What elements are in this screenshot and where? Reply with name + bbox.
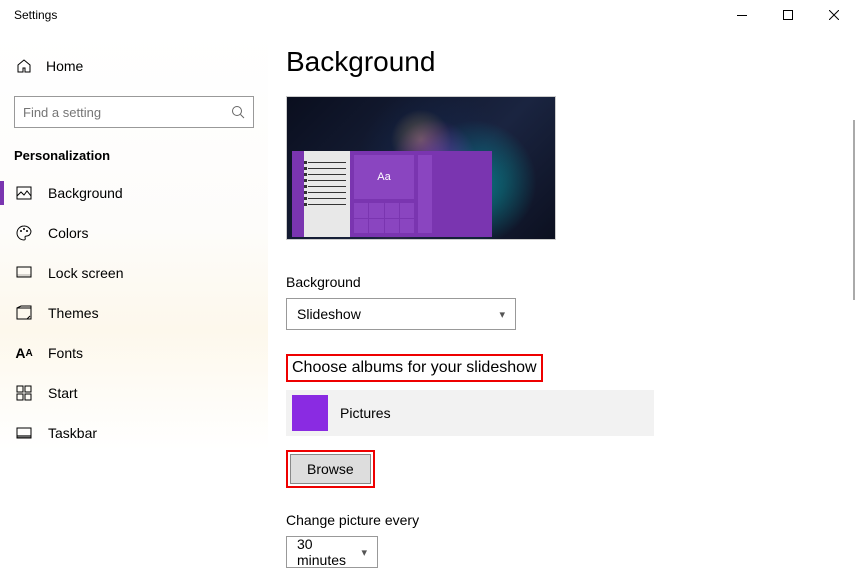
nav-background[interactable]: Background <box>0 173 268 213</box>
themes-icon <box>16 305 32 321</box>
nav-home-label: Home <box>46 58 83 74</box>
background-label: Background <box>286 274 857 290</box>
home-icon <box>16 58 32 74</box>
scrollbar[interactable] <box>851 120 857 420</box>
search-icon <box>231 105 245 119</box>
nav-label: Background <box>48 185 123 201</box>
section-title: Personalization <box>0 144 268 173</box>
nav-label: Taskbar <box>48 425 97 441</box>
interval-label: Change picture every <box>286 512 857 528</box>
nav-label: Fonts <box>48 345 83 361</box>
sidebar: Home Personalization Background Colors <box>0 30 268 574</box>
page-title: Background <box>286 46 857 78</box>
start-icon <box>16 385 32 401</box>
maximize-button[interactable] <box>765 0 811 30</box>
search-field[interactable] <box>23 105 231 120</box>
album-item[interactable]: Pictures <box>286 390 654 436</box>
picture-icon <box>16 185 32 201</box>
albums-label: Choose albums for your slideshow <box>286 354 543 382</box>
close-button[interactable] <box>811 0 857 30</box>
main-panel: Background Aa Background Slideshow ▾ <box>268 30 857 574</box>
interval-value: 30 minutes <box>297 536 361 568</box>
taskbar-icon <box>16 425 32 441</box>
nav-label: Start <box>48 385 78 401</box>
lockscreen-icon <box>16 265 32 281</box>
window-controls <box>719 0 857 30</box>
nav-home[interactable]: Home <box>0 48 268 84</box>
nav-lockscreen[interactable]: Lock screen <box>0 253 268 293</box>
nav-themes[interactable]: Themes <box>0 293 268 333</box>
palette-icon <box>16 225 32 241</box>
nav-fonts[interactable]: AA Fonts <box>0 333 268 373</box>
window-title: Settings <box>0 8 57 22</box>
chevron-down-icon: ▾ <box>499 308 505 321</box>
nav-taskbar[interactable]: Taskbar <box>0 413 268 453</box>
background-value: Slideshow <box>297 306 361 322</box>
browse-highlight: Browse <box>286 450 375 488</box>
minimize-button[interactable] <box>719 0 765 30</box>
nav-label: Lock screen <box>48 265 123 281</box>
background-dropdown[interactable]: Slideshow ▾ <box>286 298 516 330</box>
nav-label: Themes <box>48 305 99 321</box>
chevron-down-icon: ▾ <box>361 546 367 559</box>
titlebar: Settings <box>0 0 857 30</box>
browse-button[interactable]: Browse <box>290 454 371 484</box>
album-name: Pictures <box>340 405 391 421</box>
search-input[interactable] <box>14 96 254 128</box>
preview-tile-text: Aa <box>354 155 414 199</box>
nav-start[interactable]: Start <box>0 373 268 413</box>
background-preview: Aa <box>286 96 556 240</box>
nav-colors[interactable]: Colors <box>0 213 268 253</box>
scrollbar-thumb[interactable] <box>853 120 855 300</box>
fonts-icon: AA <box>16 345 32 361</box>
album-swatch <box>292 395 328 431</box>
interval-dropdown[interactable]: 30 minutes ▾ <box>286 536 378 568</box>
nav-label: Colors <box>48 225 88 241</box>
